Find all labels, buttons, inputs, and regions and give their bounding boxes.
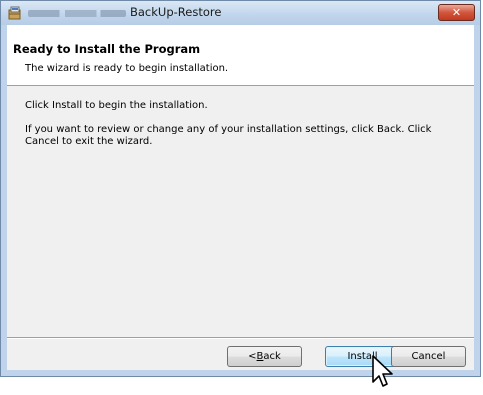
cancel-button[interactable]: Cancel <box>391 346 466 367</box>
back-button[interactable]: < Back <box>227 346 302 367</box>
close-icon: ✕ <box>451 6 462 19</box>
title-bar[interactable]: BackUp-Restore ✕ <box>1 1 480 25</box>
back-button-prefix: < <box>248 351 257 362</box>
close-button[interactable]: ✕ <box>438 4 475 21</box>
review-settings-text: If you want to review or change any of y… <box>25 124 432 147</box>
page-title: Ready to Install the Program <box>13 42 201 56</box>
back-button-mnemonic: B <box>256 351 264 362</box>
page-subtitle: The wizard is ready to begin installatio… <box>25 63 229 74</box>
title-redacted-text <box>28 10 126 17</box>
footer-separator <box>7 337 474 339</box>
window-title: BackUp-Restore <box>130 5 222 19</box>
wizard-client-area: Ready to Install the Program The wizard … <box>7 25 474 370</box>
installer-window: BackUp-Restore ✕ Ready to Install the Pr… <box>0 0 481 377</box>
wizard-header: Ready to Install the Program The wizard … <box>7 25 474 86</box>
back-button-label: ack <box>263 351 281 362</box>
instruction-text: Click Install to begin the installation. <box>25 100 208 111</box>
mouse-pointer-icon <box>370 355 402 391</box>
installer-package-icon <box>7 5 23 21</box>
